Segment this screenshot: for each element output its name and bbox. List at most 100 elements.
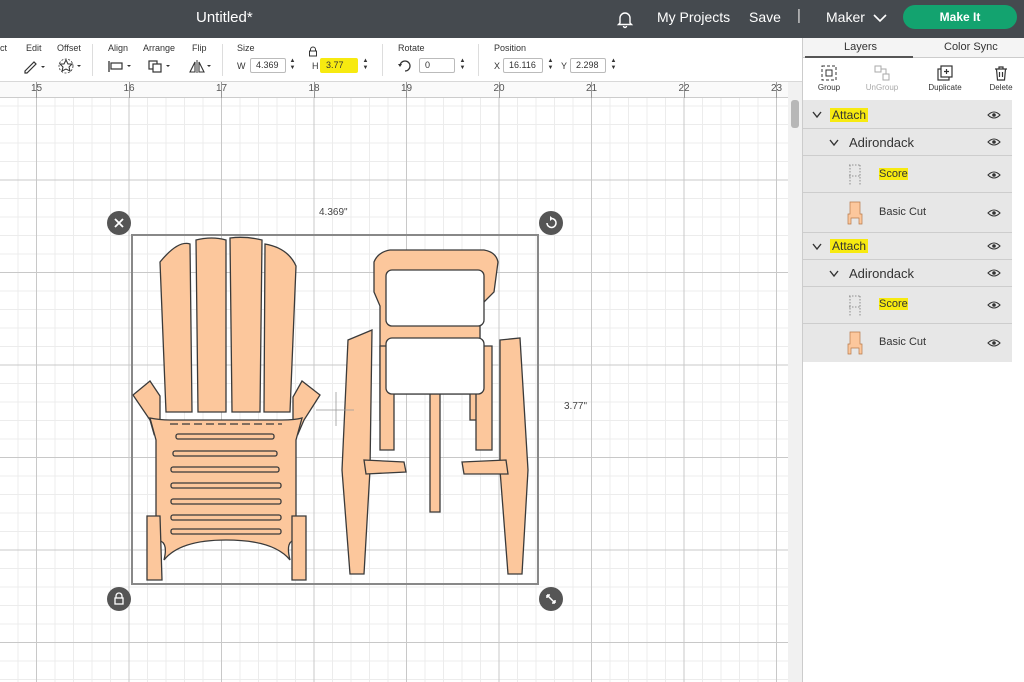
score-layer-thumbnail bbox=[849, 295, 861, 316]
layer-row-attach[interactable]: Attach bbox=[803, 100, 1012, 129]
ruler-label: 22 bbox=[678, 83, 690, 94]
layer-row-score[interactable]: Score bbox=[803, 156, 1012, 193]
ruler-label: 19 bbox=[401, 83, 413, 94]
eye-icon[interactable] bbox=[987, 137, 1001, 147]
ungroup-button[interactable]: UnGroup bbox=[858, 64, 906, 96]
arrange-label: Arrange bbox=[143, 43, 176, 53]
arrange-icon[interactable] bbox=[146, 58, 174, 74]
toolbar-divider bbox=[382, 44, 383, 76]
flip-label: Flip bbox=[192, 43, 207, 53]
horizontal-ruler: 15 16 17 18 19 20 21 22 23 bbox=[0, 82, 788, 98]
my-projects-link[interactable]: My Projects bbox=[657, 9, 730, 25]
resize-handle[interactable] bbox=[539, 587, 563, 611]
group-button[interactable]: Group bbox=[805, 64, 853, 96]
duplicate-button[interactable]: Duplicate bbox=[921, 64, 969, 96]
delete-label: Delete bbox=[989, 83, 1013, 92]
lock-handle[interactable] bbox=[107, 587, 131, 611]
save-button[interactable]: Save bbox=[749, 9, 781, 25]
delete-handle[interactable] bbox=[107, 211, 131, 235]
ungroup-label: UnGroup bbox=[865, 83, 899, 92]
y-stepper[interactable]: ▲ ▼ bbox=[609, 58, 618, 73]
edit-toolbar: ct Edit Offset Align Arrange Flip Size W… bbox=[0, 38, 802, 82]
scrollbar-thumb[interactable] bbox=[791, 100, 799, 128]
width-label: W bbox=[237, 61, 246, 71]
ruler-label: 21 bbox=[586, 83, 598, 94]
x-label: X bbox=[494, 61, 501, 71]
eye-icon[interactable] bbox=[987, 170, 1001, 180]
ruler-label: 18 bbox=[308, 83, 320, 94]
tab-color-sync[interactable]: Color Sync bbox=[944, 41, 998, 53]
chevron-down-icon[interactable] bbox=[872, 12, 888, 24]
y-label: Y bbox=[561, 61, 568, 71]
width-dimension: 4.369" bbox=[319, 207, 348, 218]
eye-icon[interactable] bbox=[987, 338, 1001, 348]
x-position-input[interactable]: 16.116 bbox=[503, 58, 543, 73]
trash-icon bbox=[995, 66, 1007, 81]
top-bar: Untitled* My Projects Save | Maker Make … bbox=[0, 0, 1024, 38]
edit-label: Edit bbox=[26, 43, 42, 53]
pen-icon[interactable] bbox=[22, 58, 46, 74]
height-stepper[interactable]: ▲ ▼ bbox=[361, 58, 370, 73]
lock-proportions-icon[interactable] bbox=[308, 46, 318, 57]
height-label: H bbox=[312, 61, 319, 71]
score-label: Score bbox=[879, 298, 908, 310]
canvas-scrollbar[interactable] bbox=[788, 82, 802, 682]
rotate-handle[interactable] bbox=[539, 211, 563, 235]
layer-row-cut[interactable]: Basic Cut bbox=[803, 324, 1012, 362]
width-input[interactable]: 4.369 bbox=[250, 58, 286, 73]
ruler-label: 17 bbox=[216, 83, 228, 94]
project-title[interactable]: Untitled* bbox=[196, 9, 253, 26]
attach-label: Attach bbox=[830, 239, 869, 253]
group-name-label: Adirondack bbox=[849, 266, 915, 281]
toolbar-divider bbox=[92, 44, 93, 76]
offset-icon[interactable] bbox=[57, 58, 83, 74]
align-icon[interactable] bbox=[106, 58, 134, 74]
select-label: ct bbox=[0, 43, 8, 53]
attach-label: Attach bbox=[830, 108, 869, 122]
layer-row-group[interactable]: Adirondack bbox=[803, 260, 1012, 287]
rotate-icon bbox=[546, 216, 557, 229]
layers-list: Attach Adirondack Score Basic Cut Attach… bbox=[803, 100, 1012, 362]
layers-panel: Layers Color Sync Group UnGroup Duplicat… bbox=[802, 38, 1024, 682]
eye-icon[interactable] bbox=[987, 300, 1001, 310]
layer-row-attach[interactable]: Attach bbox=[803, 233, 1012, 260]
cut-layer-thumbnail bbox=[847, 331, 863, 355]
bell-icon[interactable] bbox=[614, 8, 636, 30]
eye-icon[interactable] bbox=[987, 208, 1001, 218]
design-canvas[interactable]: 4.369" 3.77" bbox=[0, 98, 788, 682]
position-label: Position bbox=[494, 43, 527, 53]
machine-selector[interactable]: Maker bbox=[826, 9, 865, 25]
eye-icon[interactable] bbox=[987, 110, 1001, 120]
ruler-label: 15 bbox=[31, 83, 43, 94]
tab-layers[interactable]: Layers bbox=[844, 41, 877, 53]
group-label: Group bbox=[817, 83, 841, 92]
layer-row-group[interactable]: Adirondack bbox=[803, 129, 1012, 156]
rotate-input[interactable]: 0 bbox=[419, 58, 455, 73]
rotate-label: Rotate bbox=[398, 43, 425, 53]
eye-icon[interactable] bbox=[987, 268, 1001, 278]
ungroup-icon bbox=[874, 65, 890, 81]
close-icon bbox=[114, 218, 124, 228]
cut-layer-thumbnail bbox=[847, 201, 863, 225]
resize-icon bbox=[546, 594, 556, 604]
make-it-button[interactable]: Make It bbox=[903, 5, 1017, 29]
flip-icon[interactable] bbox=[188, 58, 214, 74]
chevron-down-icon[interactable] bbox=[829, 139, 839, 147]
x-stepper[interactable]: ▲ ▼ bbox=[546, 58, 555, 73]
rotate-icon[interactable] bbox=[397, 58, 413, 74]
layer-row-score[interactable]: Score bbox=[803, 287, 1012, 324]
eye-icon[interactable] bbox=[987, 241, 1001, 251]
chevron-down-icon[interactable] bbox=[829, 270, 839, 278]
delete-button[interactable]: Delete bbox=[977, 64, 1024, 96]
layer-row-cut[interactable]: Basic Cut bbox=[803, 193, 1012, 233]
width-stepper[interactable]: ▲ ▼ bbox=[288, 58, 297, 73]
chevron-down-icon[interactable] bbox=[812, 243, 822, 251]
chevron-down-icon[interactable] bbox=[812, 111, 822, 119]
y-position-input[interactable]: 2.298 bbox=[570, 58, 606, 73]
rotate-stepper[interactable]: ▲ ▼ bbox=[458, 58, 467, 73]
score-layer-thumbnail bbox=[849, 164, 861, 185]
header-separator: | bbox=[797, 7, 801, 24]
height-input[interactable]: 3.77 bbox=[320, 58, 358, 73]
panel-tabs: Layers Color Sync bbox=[803, 38, 1024, 58]
score-label: Score bbox=[879, 168, 908, 180]
